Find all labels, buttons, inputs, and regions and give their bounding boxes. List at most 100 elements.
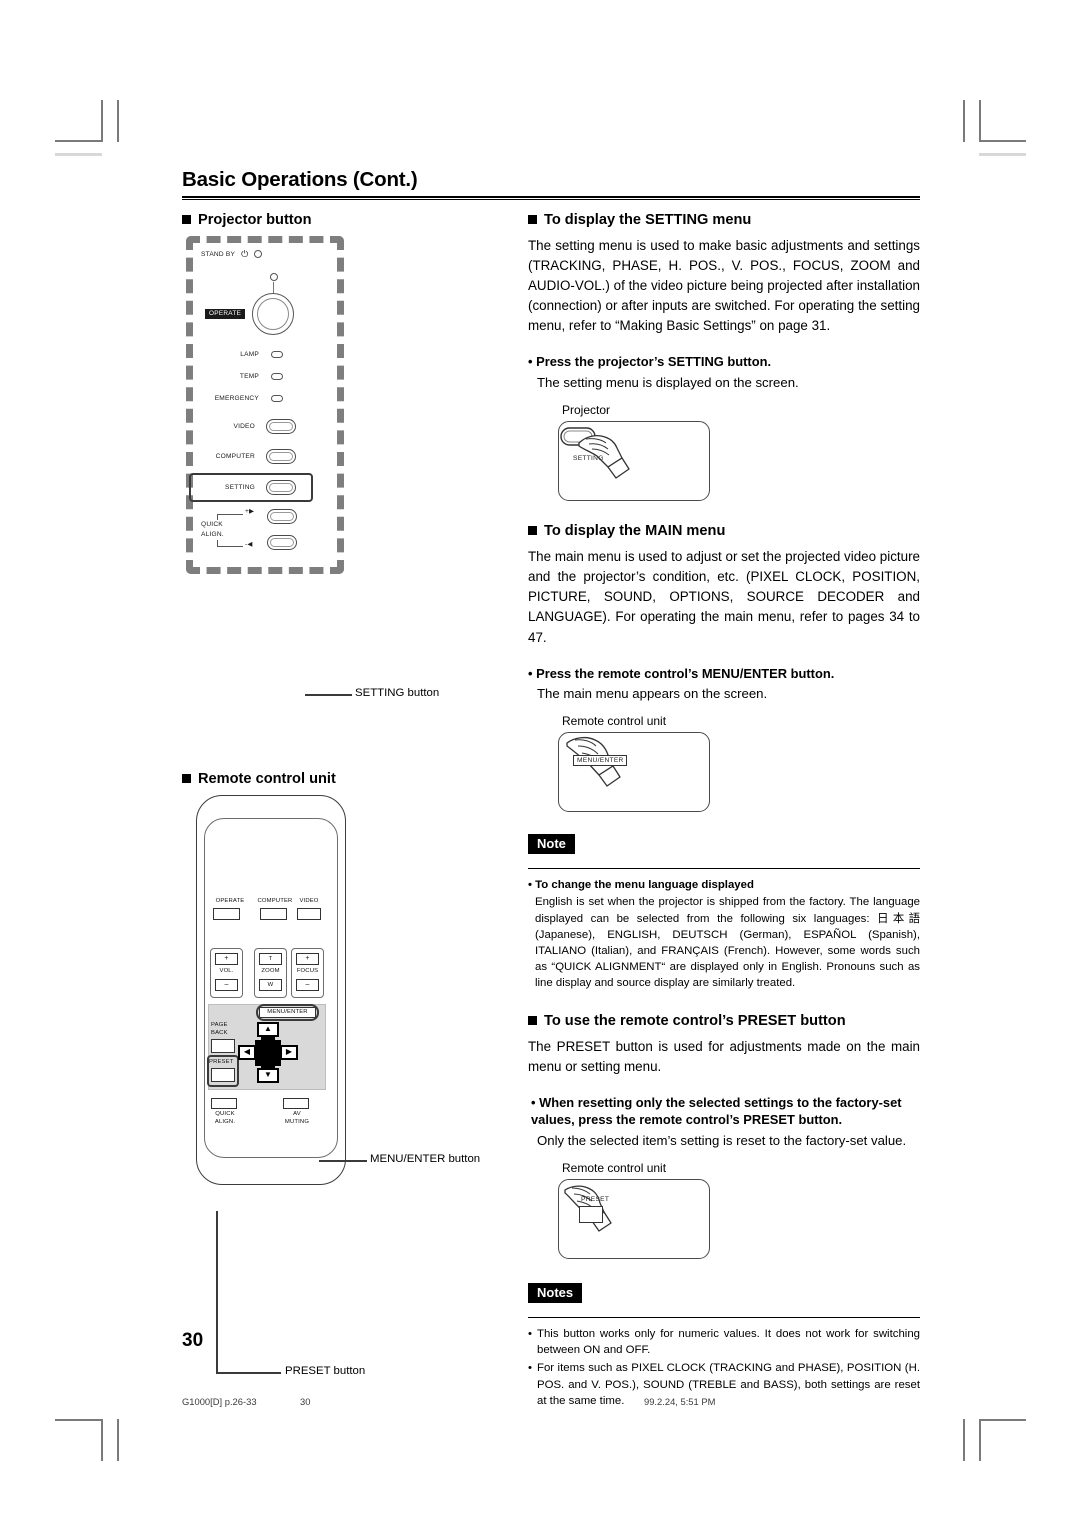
square-bullet-icon <box>182 214 191 224</box>
notes-bullet-icon: • <box>528 1362 532 1375</box>
menu-enter-highlight <box>256 1003 319 1021</box>
section-heading-text: To display the MAIN menu <box>544 522 726 539</box>
main-menu-step-sub: The main menu appears on the screen. <box>537 686 768 702</box>
section-projector-button: Projector button <box>182 211 490 229</box>
section-preset-button: To use the remote control’s PRESET butto… <box>528 1012 920 1030</box>
arrow-up-icon: ▲ <box>264 1024 272 1034</box>
square-bullet-icon <box>528 525 537 535</box>
remote-av-muting-button[interactable] <box>283 1097 309 1109</box>
footer-center: 30 <box>300 1396 311 1407</box>
preset-step-sub: Only the selected item’s setting is rese… <box>537 1132 907 1148</box>
operate-led-stem <box>273 281 274 294</box>
computer-label: COMPUTER <box>215 452 255 460</box>
arrow-down-icon: ▼ <box>264 1070 272 1080</box>
computer-button[interactable] <box>266 448 296 464</box>
preset-press-figure: PRESET <box>558 1178 710 1259</box>
crop-mark-bottom-left <box>55 1405 125 1461</box>
page-content: Basic Operations (Cont.) Projector butto… <box>182 168 920 1407</box>
remote-focus-plus-glyph: + <box>305 954 310 962</box>
notes-item-text: For items such as PIXEL CLOCK (TRACKING … <box>537 1362 920 1407</box>
section-heading-text: Remote control unit <box>198 770 336 787</box>
note-tag: Note <box>528 834 575 855</box>
remote-vol-plus-glyph: + <box>224 954 229 962</box>
remote-video-label: VIDEO <box>299 897 319 904</box>
page-number: 30 <box>182 1330 204 1351</box>
quick-bracket-top <box>217 513 243 515</box>
remote-zoom-t-glyph: T <box>268 955 273 962</box>
remote-arrow-left-button[interactable]: ◀ <box>238 1044 256 1060</box>
remote-vol-minus-glyph: – <box>224 980 229 988</box>
temp-led-icon <box>271 372 283 380</box>
footer-right: 99.2.24, 5:51 PM <box>644 1396 716 1407</box>
temp-label: TEMP <box>239 372 259 380</box>
figure-preset-label: PRESET <box>581 1195 610 1203</box>
setting-callout-label: SETTING button <box>355 686 440 699</box>
remote-zoom-label: ZOOM <box>261 967 280 974</box>
operate-led-icon <box>270 272 278 281</box>
remote-quick-align-label-2: ALIGN. <box>214 1118 236 1125</box>
footer-left: G1000[D] p.26-33 <box>182 1396 257 1407</box>
hand-pressing-oval-button-icon <box>560 427 630 479</box>
quick-align-plus-button[interactable] <box>267 508 297 524</box>
left-column: Projector button STAND BY ⏻ OPERATE LAMP <box>182 211 490 1411</box>
remote-video-button[interactable] <box>297 907 321 920</box>
quick-align-label-line2: ALIGN. <box>201 530 224 538</box>
menu-enter-callout-label: MENU/ENTER button <box>370 1152 481 1165</box>
title-rule <box>182 196 920 200</box>
quick-align-minus-arrow-icon: -◀ <box>245 540 253 548</box>
remote-computer-button[interactable] <box>260 907 287 920</box>
figure-menu-enter-label: MENU/ENTER <box>577 757 624 765</box>
remote-focus-minus-glyph: – <box>305 980 310 988</box>
preset-button-highlight <box>207 1054 239 1087</box>
menu-enter-press-figure: MENU/ENTER <box>558 732 710 813</box>
two-column-layout: Projector button STAND BY ⏻ OPERATE LAMP <box>182 211 920 1411</box>
note-bullet-title: • To change the menu language displayed <box>528 879 754 892</box>
note-paragraph: English is set when the projector is shi… <box>535 896 920 990</box>
operate-dial-button[interactable] <box>252 292 294 335</box>
notes-bullet-icon: • <box>528 1327 532 1340</box>
setting-figure-caption: Projector <box>562 402 611 417</box>
section-heading-text: To use the remote control’s PRESET butto… <box>544 1012 846 1029</box>
right-column: To display the SETTING menu The setting … <box>528 211 920 1411</box>
arrow-right-icon: ▶ <box>285 1047 293 1057</box>
notes-tag: Notes <box>528 1282 583 1303</box>
remote-page-back-label-1: PAGE <box>211 1021 228 1028</box>
notes-rule <box>528 1316 920 1318</box>
section-to-display-setting-menu: To display the SETTING menu <box>528 211 920 229</box>
remote-page-back-button[interactable] <box>211 1038 235 1053</box>
notes-item-text: This button works only for numeric value… <box>537 1327 920 1357</box>
setting-button-highlight <box>189 472 313 502</box>
notes-item: • For items such as PIXEL CLOCK (TRACKIN… <box>528 1360 920 1409</box>
quick-bracket-bot-v <box>217 539 218 547</box>
preset-step: • When resetting only the selected setti… <box>531 1094 902 1128</box>
remote-av-muting-label-2: MUTING <box>284 1118 310 1125</box>
crop-mark-top-right <box>955 100 1026 156</box>
notes-body: • This button works only for numeric val… <box>528 1326 920 1409</box>
remote-operate-label: OPERATE <box>215 897 245 904</box>
remote-page-back-label-2: BACK <box>211 1029 228 1036</box>
quick-bracket-top-v <box>217 513 218 520</box>
remote-arrow-down-button[interactable]: ▼ <box>257 1067 279 1083</box>
square-bullet-icon <box>528 214 537 224</box>
remote-operate-button[interactable] <box>213 907 240 920</box>
page-title: Basic Operations (Cont.) <box>182 168 418 191</box>
remote-control-figure: OPERATE COMPUTER VIDEO + VOL. – T ZOOM W… <box>196 794 346 1185</box>
preset-callout-line-h <box>216 1371 281 1374</box>
main-figure-caption: Remote control unit <box>562 714 667 729</box>
remote-zoom-w-glyph: W <box>267 981 274 988</box>
preset-callout-line-v <box>216 1210 219 1374</box>
remote-arrow-up-button[interactable]: ▲ <box>257 1021 279 1037</box>
remote-quick-align-button[interactable] <box>211 1097 237 1109</box>
remote-arrow-right-button[interactable]: ▶ <box>280 1044 298 1060</box>
preset-callout-label: PRESET button <box>285 1364 366 1377</box>
figure-preset-button-outline <box>579 1205 603 1223</box>
remote-focus-label: FOCUS <box>296 967 319 974</box>
section-remote-control-unit: Remote control unit <box>182 770 490 788</box>
video-button[interactable] <box>266 418 296 434</box>
quick-align-minus-button[interactable] <box>267 534 297 550</box>
quick-bracket-bot <box>217 545 243 547</box>
notes-item: • This button works only for numeric val… <box>528 1326 920 1358</box>
quick-align-label-line1: QUICK <box>201 520 223 528</box>
main-menu-step: • Press the remote control’s MENU/ENTER … <box>528 665 835 681</box>
emergency-label: EMERGENCY <box>214 394 259 402</box>
